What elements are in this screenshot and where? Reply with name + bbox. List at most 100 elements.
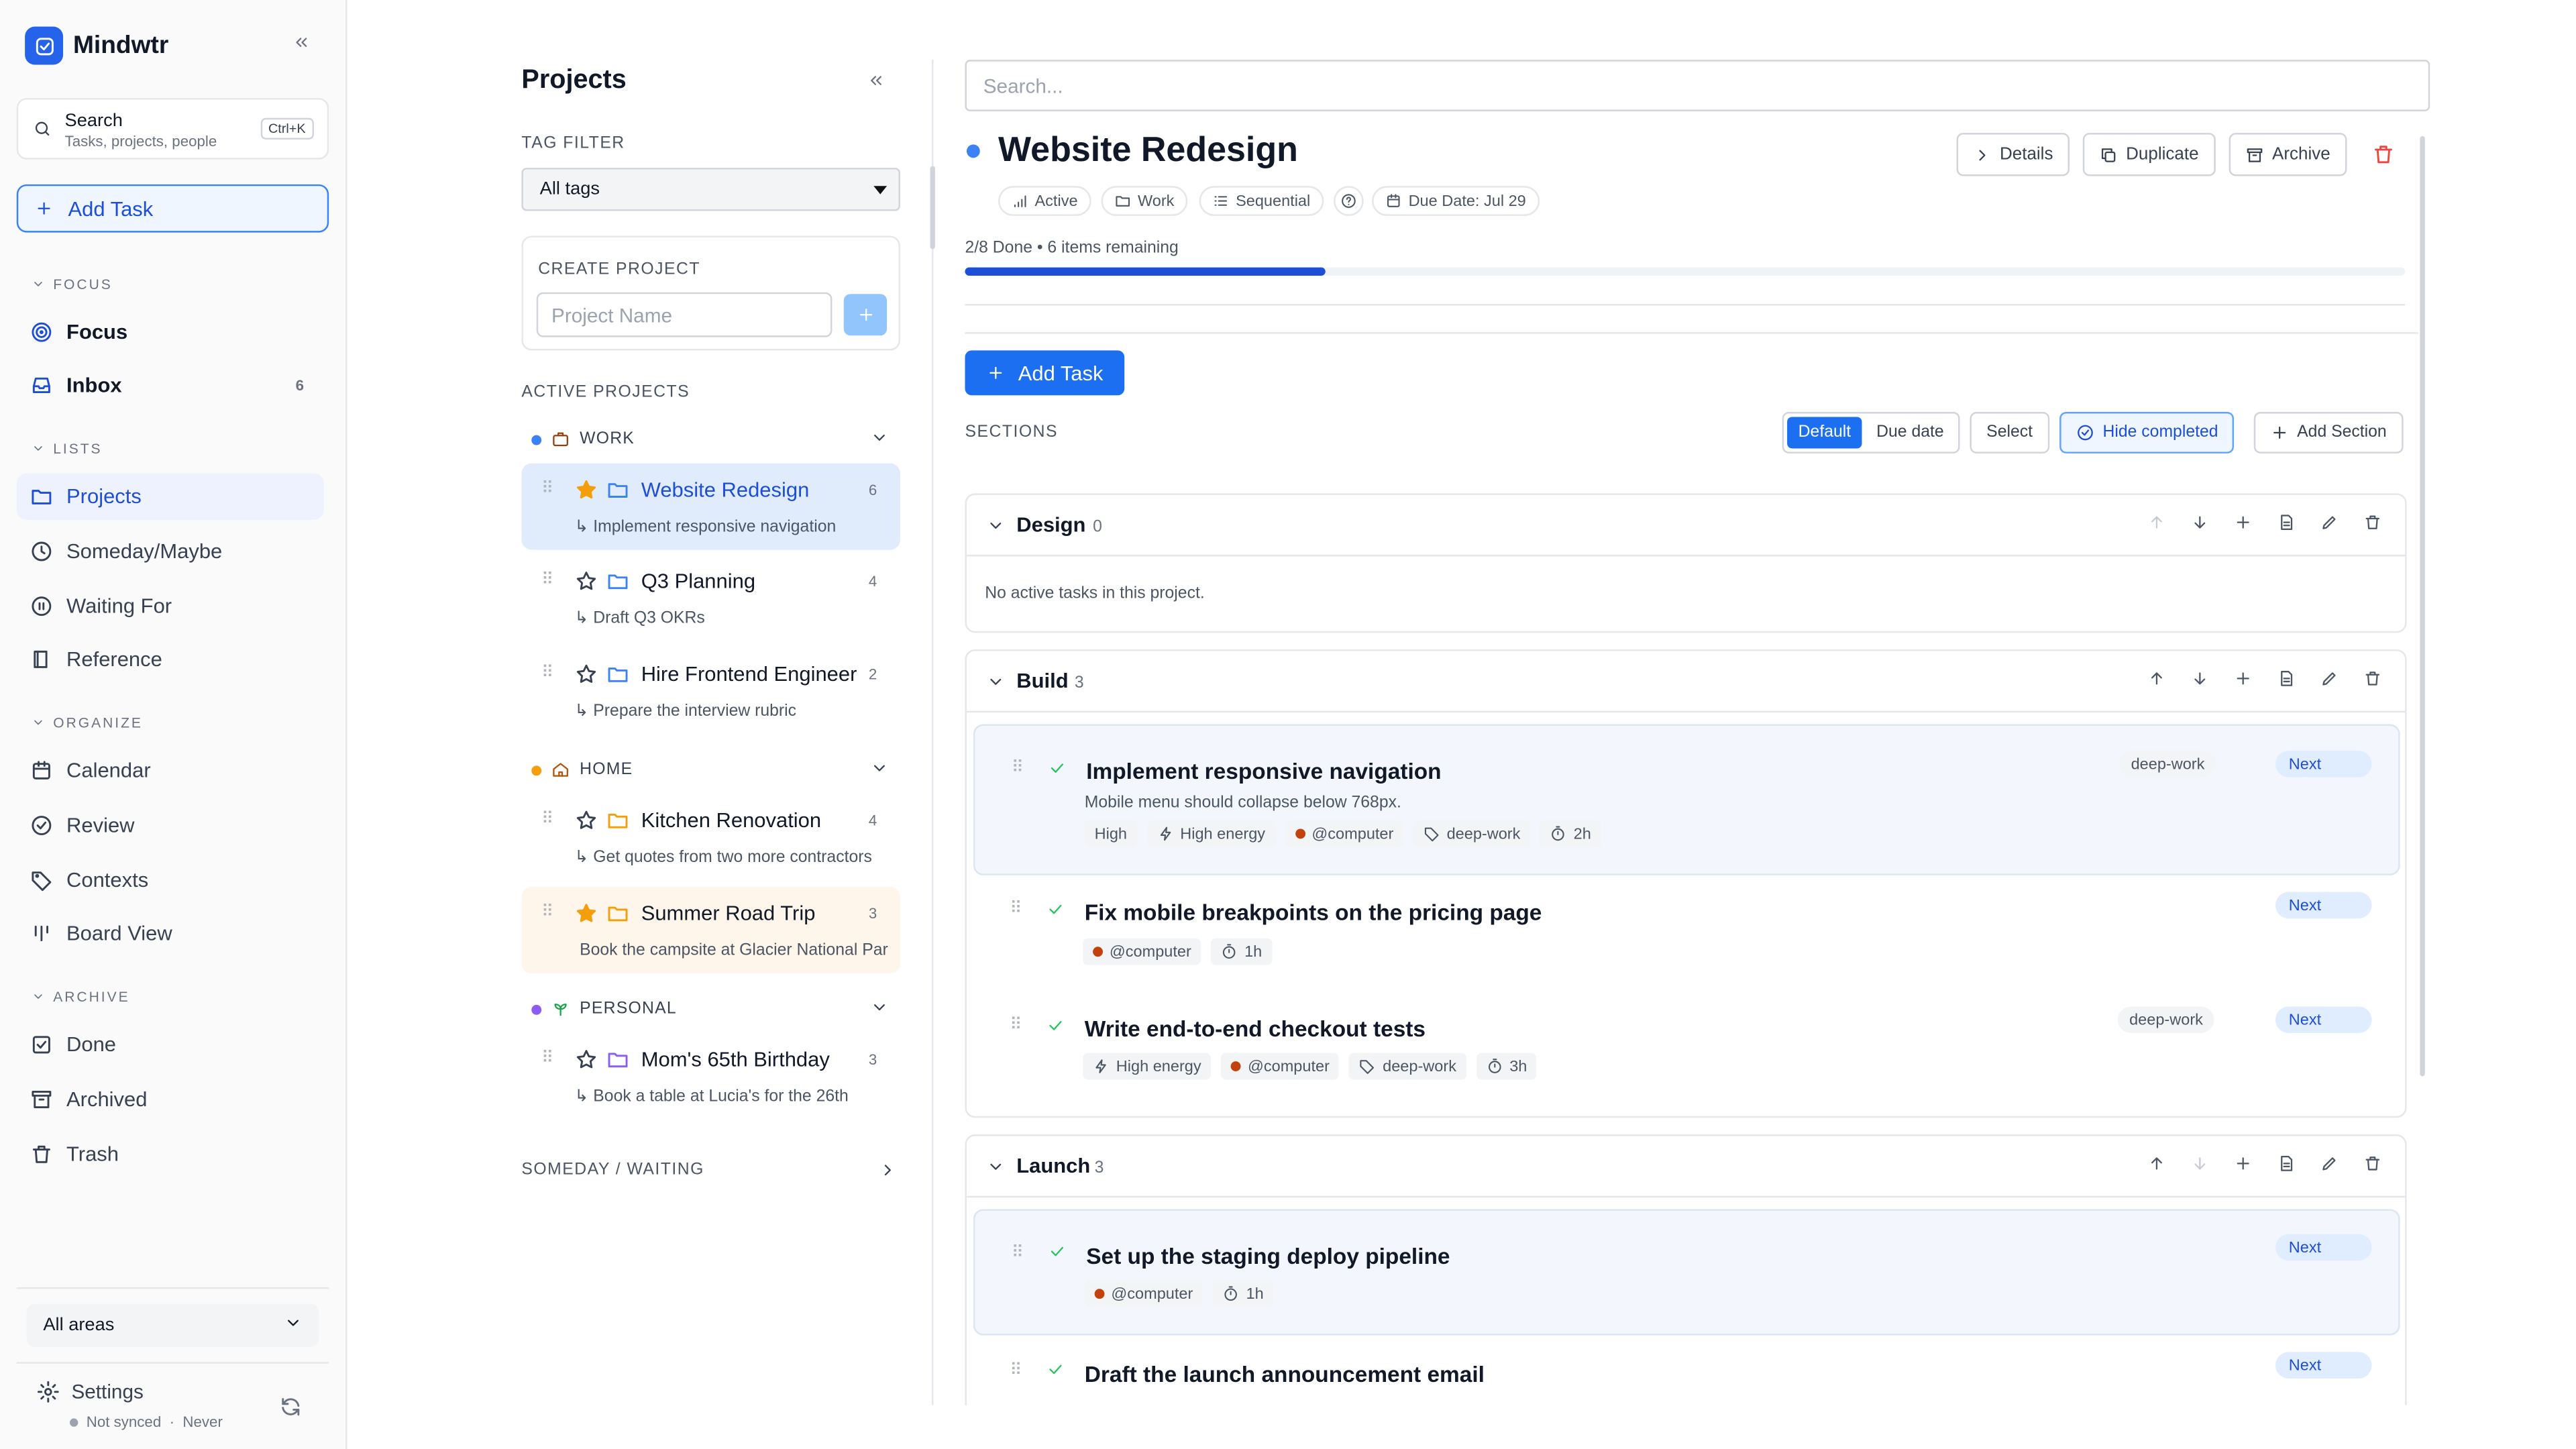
projects-scrollbar[interactable] xyxy=(930,166,935,250)
check-icon[interactable] xyxy=(1046,1016,1065,1034)
arrow-down-icon[interactable] xyxy=(2191,1155,2209,1173)
task-status-badge[interactable]: Next xyxy=(2275,751,2372,777)
task-item[interactable]: ⠿ Implement responsive navigation Mobile… xyxy=(973,724,2400,875)
sync-button[interactable] xyxy=(279,1395,303,1419)
star-filled-icon[interactable] xyxy=(575,902,598,925)
area-select[interactable]: All areas xyxy=(26,1303,319,1347)
area-chip[interactable]: Work xyxy=(1101,186,1188,216)
drag-handle-icon[interactable]: ⠿ xyxy=(541,572,553,590)
drag-handle-icon[interactable]: ⠿ xyxy=(541,810,553,828)
pencil-icon[interactable] xyxy=(2320,513,2339,531)
add-task-button[interactable]: Add Task xyxy=(965,350,1125,396)
drag-handle-icon[interactable]: ⠿ xyxy=(1012,1244,1024,1262)
sidebar-item-focus[interactable]: Focus xyxy=(17,309,324,356)
arrow-up-icon[interactable] xyxy=(2147,513,2165,531)
drag-handle-icon[interactable]: ⠿ xyxy=(1010,1362,1022,1380)
check-icon[interactable] xyxy=(1048,1242,1066,1260)
drag-handle-icon[interactable]: ⠿ xyxy=(541,904,553,922)
trash-icon[interactable] xyxy=(2363,513,2381,531)
add-section-button[interactable]: Add Section xyxy=(2253,412,2404,453)
section-header[interactable]: Design 0 xyxy=(966,495,2406,557)
group-personal-header[interactable]: PERSONAL xyxy=(531,1000,885,1018)
sidebar-item-done[interactable]: Done xyxy=(17,1022,324,1068)
project-title[interactable]: Website Redesign xyxy=(998,131,1298,171)
task-item[interactable]: ⠿ Write end-to-end checkout tests High e… xyxy=(973,1003,2400,1109)
project-item-website-redesign[interactable]: ⠿ Website Redesign 6 ↳ Implement respons… xyxy=(521,463,900,550)
collapse-projects-button[interactable] xyxy=(867,71,885,89)
sidebar-add-task-button[interactable]: Add Task xyxy=(16,184,329,233)
sidebar-item-trash[interactable]: Trash xyxy=(17,1131,324,1177)
duplicate-button[interactable]: Duplicate xyxy=(2082,133,2216,176)
project-item-moms-birthday[interactable]: ⠿ Mom's 65th Birthday 3 ↳ Book a table a… xyxy=(521,1033,900,1120)
project-item-hire-frontend[interactable]: ⠿ Hire Frontend Engineer 2 ↳ Prepare the… xyxy=(521,648,900,735)
section-header[interactable]: Build 3 xyxy=(966,651,2406,713)
star-icon[interactable] xyxy=(575,809,598,833)
pencil-icon[interactable] xyxy=(2320,1155,2339,1173)
sidebar-item-contexts[interactable]: Contexts xyxy=(17,857,324,904)
sidebar-item-archived[interactable]: Archived xyxy=(17,1076,324,1122)
sidebar-item-calendar[interactable]: Calendar xyxy=(17,747,324,794)
pencil-icon[interactable] xyxy=(2320,669,2339,688)
drag-handle-icon[interactable]: ⠿ xyxy=(541,664,553,682)
notes-icon[interactable] xyxy=(2277,513,2295,531)
section-header[interactable]: Launch 3 xyxy=(966,1136,2406,1198)
archive-button[interactable]: Archive xyxy=(2229,133,2347,176)
sidebar-item-reference[interactable]: Reference xyxy=(17,636,324,682)
arrow-down-icon[interactable] xyxy=(2191,669,2209,688)
check-icon[interactable] xyxy=(1048,759,1066,777)
arrow-up-icon[interactable] xyxy=(2147,1155,2165,1173)
trash-icon[interactable] xyxy=(2363,669,2381,688)
star-icon[interactable] xyxy=(575,570,598,593)
plus-icon[interactable] xyxy=(2234,669,2252,688)
plus-icon[interactable] xyxy=(2234,1155,2252,1173)
project-item-kitchen[interactable]: ⠿ Kitchen Renovation 4 ↳ Get quotes from… xyxy=(521,794,900,880)
due-date-chip[interactable]: Due Date: Jul 29 xyxy=(1372,186,1540,216)
task-status-badge[interactable]: Next xyxy=(2275,892,2372,919)
plus-icon[interactable] xyxy=(2234,513,2252,531)
sidebar-item-board[interactable]: Board View xyxy=(17,910,324,957)
notes-icon[interactable] xyxy=(2277,669,2295,688)
drag-handle-icon[interactable]: ⠿ xyxy=(541,1050,553,1068)
sidebar-item-waiting[interactable]: Waiting For xyxy=(17,583,324,629)
select-button[interactable]: Select xyxy=(1970,412,2049,453)
sidebar-item-inbox[interactable]: Inbox 6 xyxy=(17,362,324,409)
section-focus[interactable]: FOCUS xyxy=(32,276,113,292)
task-status-badge[interactable]: Next xyxy=(2275,1006,2372,1034)
sidebar-item-review[interactable]: Review xyxy=(17,802,324,849)
group-work-header[interactable]: WORK xyxy=(531,430,885,448)
hide-completed-button[interactable]: Hide completed xyxy=(2059,412,2235,453)
sort-due-button[interactable]: Due date xyxy=(1866,417,1955,448)
collapse-sidebar-button[interactable] xyxy=(292,34,311,52)
task-status-badge[interactable]: Next xyxy=(2275,1352,2372,1379)
drag-handle-icon[interactable]: ⠿ xyxy=(1012,759,1024,777)
sidebar-item-projects[interactable]: Projects xyxy=(16,473,324,520)
task-item[interactable]: ⠿ Fix mobile breakpoints on the pricing … xyxy=(973,887,2400,993)
task-item[interactable]: ⠿ Set up the staging deploy pipeline @co… xyxy=(973,1209,2400,1336)
trash-icon[interactable] xyxy=(2363,1155,2381,1173)
global-search-button[interactable]: Search Tasks, projects, people Ctrl+K xyxy=(16,98,329,160)
star-filled-icon[interactable] xyxy=(575,478,598,502)
project-name-input[interactable]: Project Name xyxy=(536,292,833,337)
sidebar-item-someday[interactable]: Someday/Maybe xyxy=(17,528,324,574)
group-home-header[interactable]: HOME xyxy=(531,761,885,779)
check-icon[interactable] xyxy=(1046,1360,1065,1379)
section-organize[interactable]: ORGANIZE xyxy=(32,714,143,731)
tag-filter-select[interactable]: All tags xyxy=(521,168,900,211)
status-chip[interactable]: Active xyxy=(998,186,1091,216)
star-icon[interactable] xyxy=(575,1048,598,1071)
drag-handle-icon[interactable]: ⠿ xyxy=(1010,1016,1022,1034)
project-item-road-trip[interactable]: ⠿ Summer Road Trip 3 Book the campsite a… xyxy=(521,887,900,973)
arrow-down-icon[interactable] xyxy=(2191,513,2209,531)
task-status-badge[interactable]: Next xyxy=(2275,1234,2372,1261)
mode-chip[interactable]: Sequential xyxy=(1199,186,1324,216)
settings-button[interactable]: Settings xyxy=(36,1380,144,1403)
arrow-up-icon[interactable] xyxy=(2147,669,2165,688)
check-icon[interactable] xyxy=(1046,900,1065,918)
main-scrollbar[interactable] xyxy=(2420,136,2425,1077)
drag-handle-icon[interactable]: ⠿ xyxy=(1010,900,1022,918)
drag-handle-icon[interactable]: ⠿ xyxy=(541,480,553,498)
star-icon[interactable] xyxy=(575,663,598,686)
someday-waiting-toggle[interactable]: SOMEDAY / WAITING xyxy=(521,1161,900,1179)
project-item-q3-planning[interactable]: ⠿ Q3 Planning 4 ↳ Draft Q3 OKRs xyxy=(521,555,900,641)
help-button[interactable] xyxy=(1334,186,1364,216)
